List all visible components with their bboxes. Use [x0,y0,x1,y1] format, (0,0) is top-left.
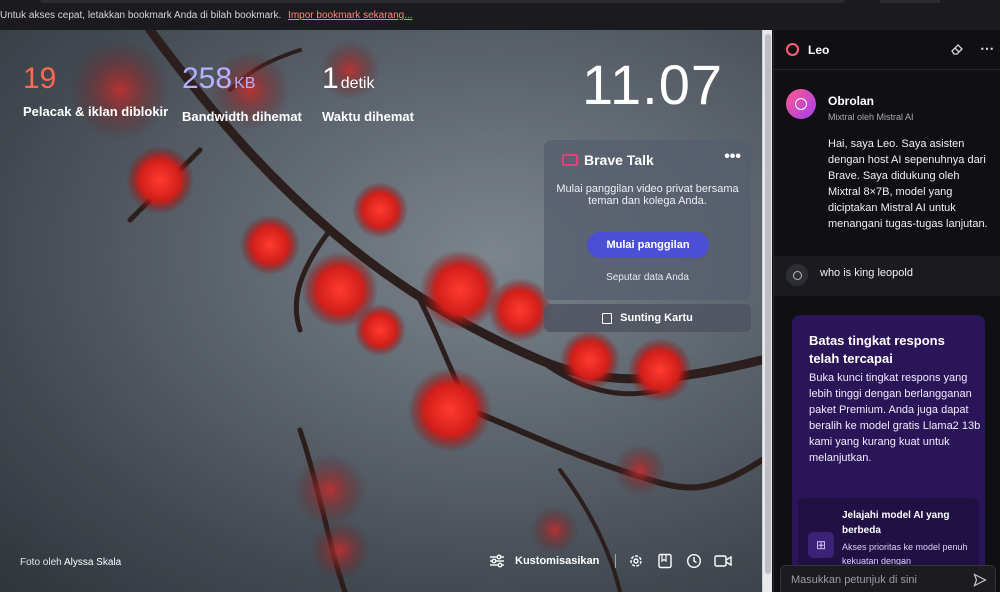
edit-card-label: Sunting Kartu [620,312,693,324]
scrollbar-thumb[interactable] [765,34,771,574]
prompt-box [780,565,996,592]
user-message: who is king leopold [774,256,1000,296]
model-icon: ⊞ [808,532,834,558]
tab-strip [40,0,845,3]
customize-button[interactable]: Kustomisasikan [489,554,617,568]
user-icon [786,264,808,286]
edit-card-icon [602,312,613,324]
import-bookmarks-link[interactable]: Impor bookmark sekarang... [288,10,413,21]
leo-header: Leo ⋯ [774,30,1000,70]
ntp-toolbar: Kustomisasikan [489,550,733,572]
photographer-link[interactable]: Alyssa Skala [64,557,121,568]
history-icon[interactable] [685,552,703,570]
photo-credit-prefix: Foto oleh [20,557,62,568]
leo-logo-icon [786,43,799,56]
settings-icon[interactable] [627,552,645,570]
brave-talk-icon [562,154,578,166]
video-icon[interactable] [714,552,733,570]
leo-intro-message: Hai, saya Leo. Saya asisten dengan host … [828,138,988,230]
customize-label: Kustomisasikan [515,555,600,567]
leo-sidebar: Leo ⋯ Obrolan Mixtral oleh Mistral AI Ha… [773,30,1000,592]
bookmark-message-text: Untuk akses cepat, letakkan bookmark And… [0,10,282,21]
time-stat: 1 detik Waktu dihemat [322,62,414,124]
leo-title: Leo [808,43,830,57]
send-icon[interactable] [973,573,987,587]
explore-models-desc: Akses prioritas ke model penuh kekuatan … [842,542,968,566]
clock: 11.07 [582,53,723,116]
trackers-label: Pelacak & iklan diblokir [23,104,169,119]
about-data-link[interactable]: Seputar data Anda [544,272,751,283]
bandwidth-value: 258 [182,62,233,95]
bookmark-bar: Untuk akses cepat, letakkan bookmark And… [0,0,1000,30]
leo-avatar [786,89,816,119]
rate-limit-title: Batas tingkat respons telah tercapai [809,333,945,366]
edit-card-button[interactable]: Sunting Kartu [544,304,751,332]
bandwidth-label: Bandwidth dihemat [182,109,302,124]
tab-strip-end [880,0,940,3]
time-label: Waktu dihemat [322,109,414,124]
rate-limit-body: Buka kunci tingkat respons yang lebih ti… [809,372,981,464]
page-scrollbar[interactable] [762,30,772,592]
prompt-input[interactable] [791,572,971,588]
brave-talk-title: Brave Talk [584,152,654,168]
bandwidth-stat: 258 KB Bandwidth dihemat [182,62,302,124]
photo-credit: Foto oleh Alyssa Skala [20,557,121,568]
trackers-count: 19 [23,62,57,95]
leo-more-icon[interactable]: ⋯ [980,40,994,57]
leo-model-label: Mixtral oleh Mistral AI [828,112,914,122]
bookmark-bar-message: Untuk akses cepat, letakkan bookmark And… [0,10,413,21]
erase-icon[interactable] [950,42,964,56]
leo-chat-name: Obrolan [828,94,875,108]
trackers-stat: 19 Pelacak & iklan diblokir [23,62,168,119]
explore-models-title: Jelajahi model AI yang berbeda [842,510,950,536]
time-unit: detik [340,75,375,92]
bookmarks-icon[interactable] [656,552,674,570]
brave-talk-description: Mulai panggilan video privat bersama tem… [556,183,739,207]
brave-talk-card: Brave Talk ••• Mulai panggilan video pri… [544,140,751,300]
user-message-text: who is king leopold [820,267,913,279]
time-value: 1 [322,62,339,95]
rate-limit-card: Batas tingkat respons telah tercapai Buk… [792,315,985,585]
more-icon[interactable]: ••• [724,148,741,166]
bandwidth-unit: KB [234,75,256,92]
new-tab-page: 19 Pelacak & iklan diblokir 258 KB Bandwi… [0,30,762,592]
customize-icon [490,554,504,568]
start-call-button[interactable]: Mulai panggilan [587,232,709,258]
